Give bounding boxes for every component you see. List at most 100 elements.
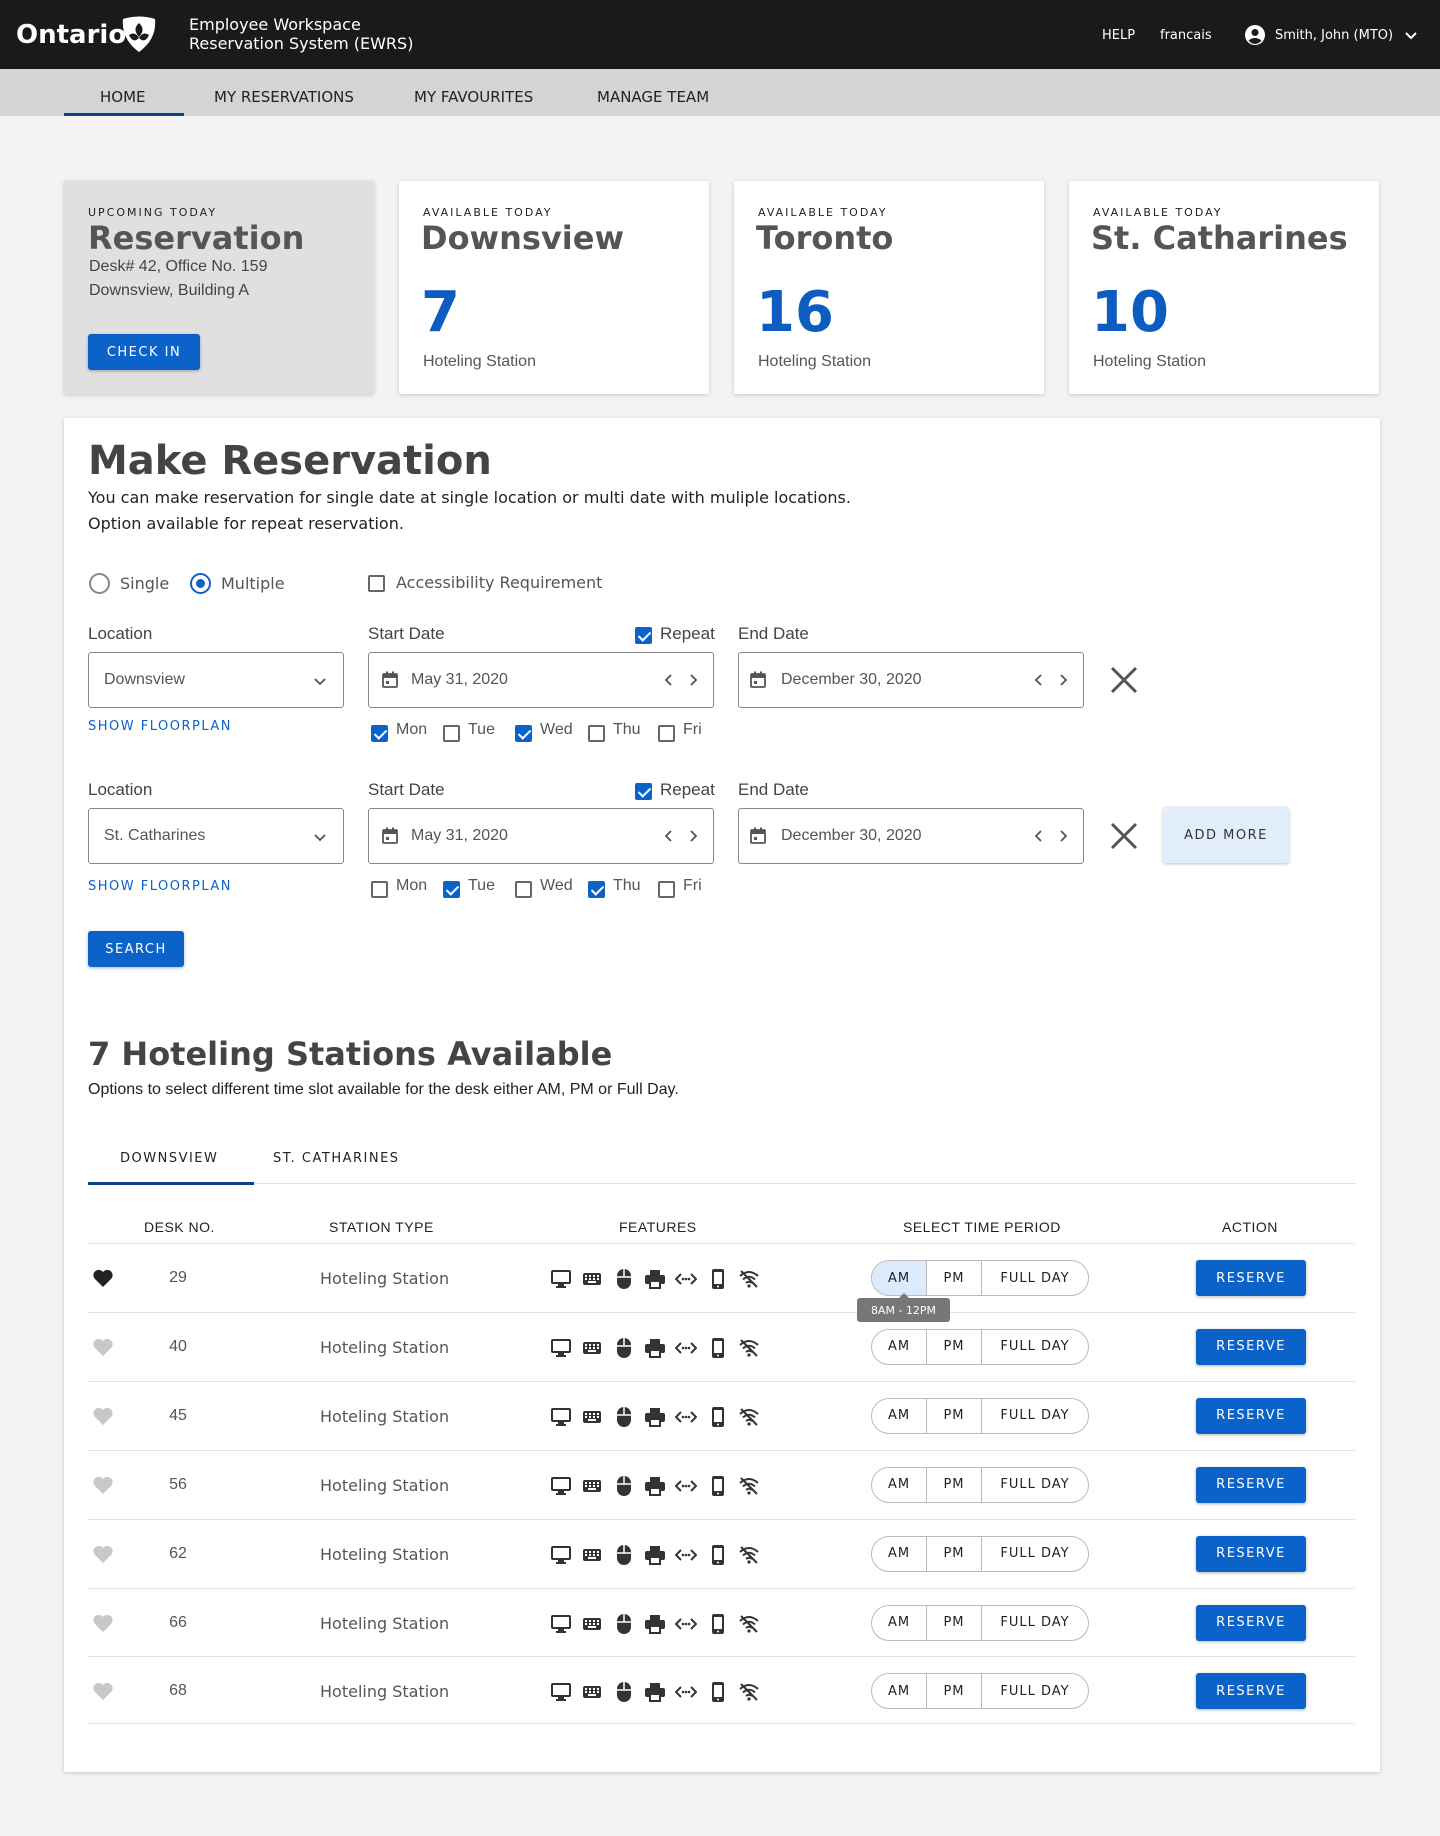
day-thu-checkbox[interactable]: [588, 881, 605, 898]
slot-full-day-button[interactable]: FULL DAY: [982, 1399, 1088, 1433]
chevron-down-icon[interactable]: [1403, 27, 1419, 43]
chevron-right-icon[interactable]: [1057, 829, 1069, 843]
availability-card-st-catharines[interactable]: AVAILABLE TODAY St. Catharines 10 Hoteli…: [1069, 181, 1379, 394]
slot-am-button[interactable]: AM: [872, 1536, 927, 1571]
day-thu-checkbox[interactable]: [588, 725, 605, 742]
day-thu-label[interactable]: Thu: [613, 721, 641, 739]
radio-single[interactable]: [89, 573, 110, 594]
reserve-button[interactable]: RESERVE: [1196, 1397, 1306, 1434]
location-select[interactable]: Downsview: [88, 652, 344, 708]
day-fri-label[interactable]: Fri: [683, 877, 702, 895]
repeat-checkbox[interactable]: [635, 783, 652, 800]
repeat-label[interactable]: Repeat: [660, 780, 715, 800]
chevron-left-icon[interactable]: [1033, 673, 1045, 687]
add-more-button[interactable]: ADD MORE: [1163, 807, 1289, 863]
day-mon-checkbox[interactable]: [371, 881, 388, 898]
day-tue-checkbox[interactable]: [443, 725, 460, 742]
chevron-left-icon[interactable]: [663, 829, 675, 843]
day-tue-label[interactable]: Tue: [468, 877, 495, 895]
chevron-left-icon[interactable]: [663, 673, 675, 687]
show-floorplan-link[interactable]: SHOW FLOORPLAN: [88, 879, 232, 894]
slot-pm-button[interactable]: PM: [927, 1536, 982, 1571]
chevron-right-icon[interactable]: [687, 673, 699, 687]
reserve-button[interactable]: RESERVE: [1196, 1673, 1306, 1710]
slot-am-button[interactable]: AM: [872, 1329, 927, 1364]
radio-multiple-label[interactable]: Multiple: [221, 574, 285, 593]
reserve-button[interactable]: RESERVE: [1196, 1328, 1306, 1365]
favourite-heart-icon[interactable]: [92, 1337, 114, 1357]
day-thu-label[interactable]: Thu: [613, 877, 641, 895]
favourite-heart-icon[interactable]: [92, 1475, 114, 1495]
slot-am-button[interactable]: AM: [872, 1674, 927, 1709]
availability-card-toronto[interactable]: AVAILABLE TODAY Toronto 16 Hoteling Stat…: [734, 181, 1044, 394]
nav-my-favourites[interactable]: MY FAVOURITES: [414, 88, 533, 106]
radio-single-label[interactable]: Single: [120, 574, 169, 593]
repeat-checkbox[interactable]: [635, 627, 652, 644]
day-fri-label[interactable]: Fri: [683, 721, 702, 739]
favourite-heart-icon[interactable]: [92, 1268, 114, 1288]
chevron-right-icon[interactable]: [687, 829, 699, 843]
slot-pm-button[interactable]: PM: [927, 1261, 982, 1295]
slot-full-day-button[interactable]: FULL DAY: [982, 1606, 1088, 1640]
day-fri-checkbox[interactable]: [658, 881, 675, 898]
start-date-field[interactable]: May 31, 2020: [368, 808, 714, 864]
check-in-button[interactable]: CHECK IN: [88, 334, 200, 370]
day-wed-label[interactable]: Wed: [540, 877, 573, 895]
favourite-heart-icon[interactable]: [92, 1544, 114, 1564]
slot-full-day-button[interactable]: FULL DAY: [982, 1261, 1088, 1295]
day-wed-checkbox[interactable]: [515, 881, 532, 898]
slot-pm-button[interactable]: PM: [927, 1605, 982, 1640]
end-date-field[interactable]: December 30, 2020: [738, 808, 1084, 864]
remove-row-close-icon[interactable]: [1107, 663, 1141, 697]
user-menu[interactable]: Smith, John (MTO): [1275, 28, 1393, 43]
repeat-label[interactable]: Repeat: [660, 624, 715, 644]
trillium-logo-icon[interactable]: [121, 15, 157, 53]
day-fri-checkbox[interactable]: [658, 725, 675, 742]
reserve-button[interactable]: RESERVE: [1196, 1604, 1306, 1641]
accessibility-checkbox[interactable]: [368, 575, 385, 592]
reserve-button[interactable]: RESERVE: [1196, 1260, 1306, 1296]
account-circle-icon[interactable]: [1244, 24, 1266, 46]
favourite-heart-icon[interactable]: [92, 1681, 114, 1701]
slot-pm-button[interactable]: PM: [927, 1674, 982, 1709]
day-wed-checkbox[interactable]: [515, 725, 532, 742]
slot-full-day-button[interactable]: FULL DAY: [982, 1537, 1088, 1571]
favourite-heart-icon[interactable]: [92, 1613, 114, 1633]
day-mon-label[interactable]: Mon: [396, 721, 427, 739]
slot-am-button[interactable]: AM: [872, 1398, 927, 1433]
slot-pm-button[interactable]: PM: [927, 1467, 982, 1502]
slot-pm-button[interactable]: PM: [927, 1398, 982, 1433]
remove-row-close-icon[interactable]: [1107, 819, 1141, 853]
day-mon-checkbox[interactable]: [371, 725, 388, 742]
chevron-left-icon[interactable]: [1033, 829, 1045, 843]
show-floorplan-link[interactable]: SHOW FLOORPLAN: [88, 719, 232, 734]
start-date-field[interactable]: May 31, 2020: [368, 652, 714, 708]
slot-pm-button[interactable]: PM: [927, 1329, 982, 1364]
slot-am-button[interactable]: AM: [872, 1605, 927, 1640]
accessibility-label[interactable]: Accessibility Requirement: [396, 573, 602, 592]
nav-home[interactable]: HOME: [100, 88, 146, 106]
slot-full-day-button[interactable]: FULL DAY: [982, 1468, 1088, 1502]
nav-my-reservations[interactable]: MY RESERVATIONS: [214, 88, 354, 106]
slot-am-button[interactable]: AM: [872, 1467, 927, 1502]
slot-full-day-button[interactable]: FULL DAY: [982, 1330, 1088, 1364]
nav-manage-team[interactable]: MANAGE TEAM: [597, 88, 709, 106]
slot-am-button[interactable]: AM: [872, 1261, 927, 1295]
location-select[interactable]: St. Catharines: [88, 808, 344, 864]
chevron-right-icon[interactable]: [1057, 673, 1069, 687]
availability-card-downsview[interactable]: AVAILABLE TODAY Downsview 7 Hoteling Sta…: [399, 181, 709, 394]
favourite-heart-icon[interactable]: [92, 1406, 114, 1426]
day-tue-label[interactable]: Tue: [468, 721, 495, 739]
help-link[interactable]: HELP: [1102, 28, 1135, 43]
day-tue-checkbox[interactable]: [443, 881, 460, 898]
day-mon-label[interactable]: Mon: [396, 877, 427, 895]
slot-full-day-button[interactable]: FULL DAY: [982, 1674, 1088, 1708]
tab-st-catharines[interactable]: ST. CATHARINES: [273, 1151, 400, 1166]
reserve-button[interactable]: RESERVE: [1196, 1535, 1306, 1572]
search-button[interactable]: SEARCH: [88, 931, 184, 967]
language-link[interactable]: francais: [1160, 28, 1212, 43]
end-date-field[interactable]: December 30, 2020: [738, 652, 1084, 708]
day-wed-label[interactable]: Wed: [540, 721, 573, 739]
radio-multiple[interactable]: [190, 573, 211, 594]
tab-downsview[interactable]: DOWNSVIEW: [120, 1151, 218, 1166]
